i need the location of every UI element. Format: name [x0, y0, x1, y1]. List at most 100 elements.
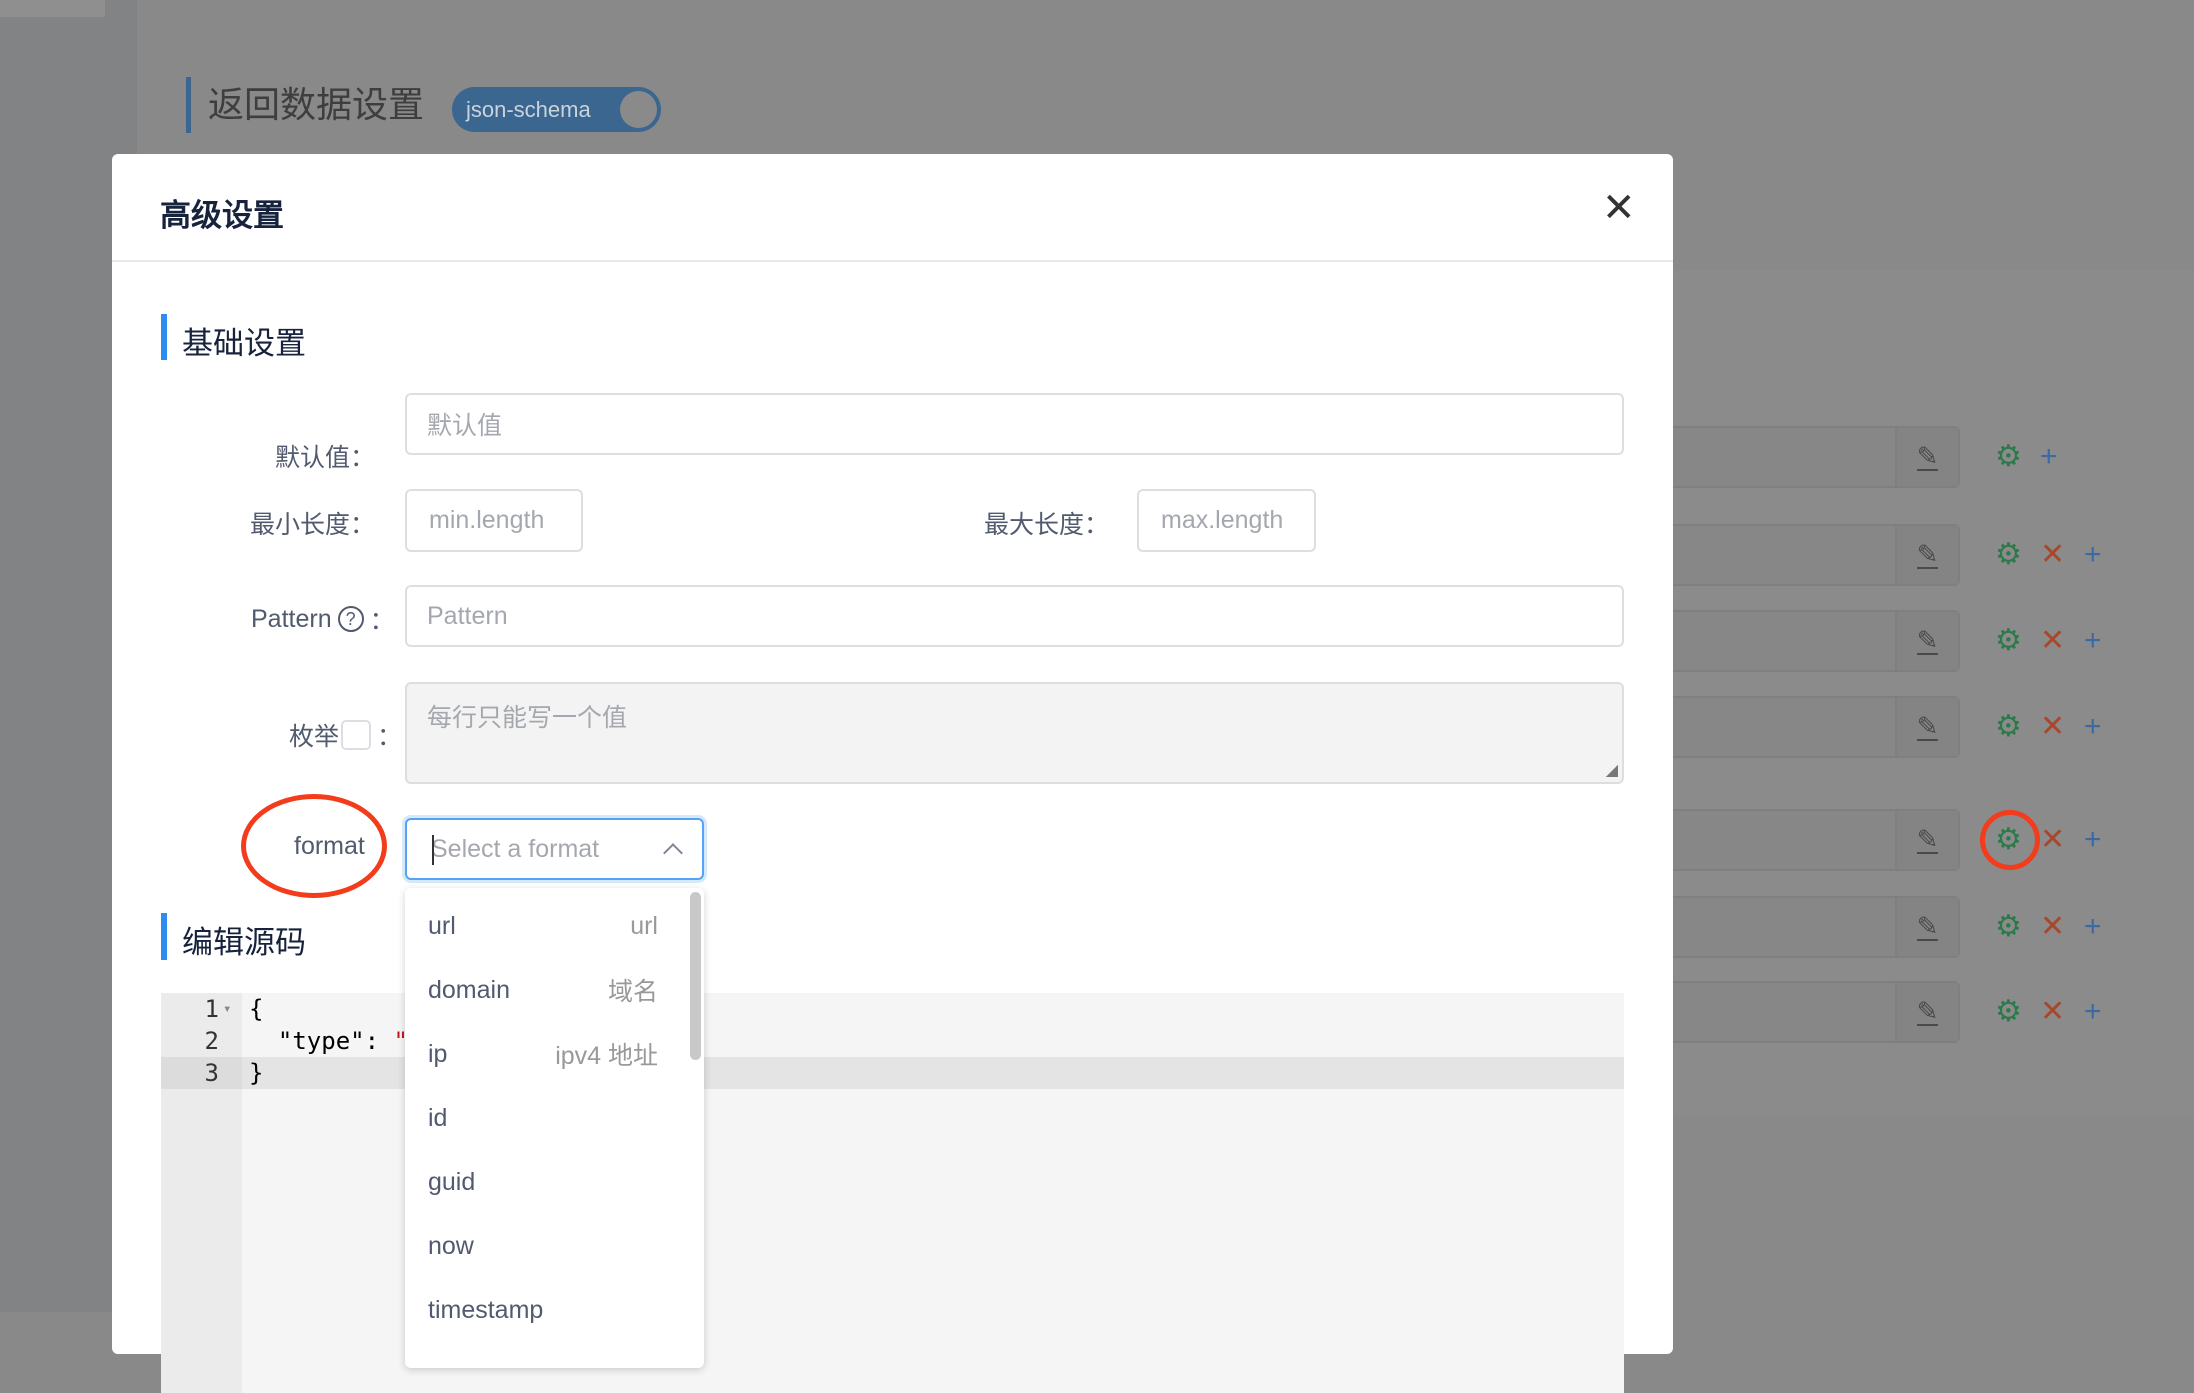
enum-label: 枚举 ：	[289, 717, 402, 753]
plus-icon[interactable]: +	[2084, 997, 2102, 1027]
advanced-settings-modal: 高级设置 ✕ 基础设置 默认值： 默认值 最小长度： min.length 最大…	[112, 154, 1673, 1393]
edit-button[interactable]: ✎	[1895, 612, 1958, 670]
gear-icon[interactable]: ⚙	[1995, 997, 2022, 1027]
dropdown-scrollbar[interactable]	[690, 892, 701, 1060]
fold-arrow-icon[interactable]: ▾	[223, 993, 231, 1025]
format-option[interactable]: guid	[405, 1150, 704, 1214]
line-number: 2	[204, 1027, 219, 1055]
edit-button[interactable]: ✎	[1895, 898, 1958, 956]
edit-button[interactable]: ✎	[1895, 811, 1958, 869]
pencil-icon: ✎	[1916, 441, 1939, 471]
placeholder: 默认值	[427, 412, 503, 440]
format-option[interactable]: url url	[405, 894, 704, 958]
background-field-row: ✎	[1673, 524, 1960, 586]
background-section-title: 返回数据设置	[208, 84, 425, 125]
background-field-row: ✎	[1673, 696, 1960, 758]
plus-icon[interactable]: +	[2040, 442, 2058, 472]
gear-icon[interactable]: ⚙	[1995, 540, 2022, 570]
json-schema-toggle[interactable]: json-schema	[452, 87, 661, 132]
modal-title: 高级设置	[160, 198, 284, 233]
placeholder: max.length	[1161, 506, 1284, 534]
option-desc: ipv4 地址	[555, 1042, 658, 1070]
format-dropdown: url url domain 域名 ip ipv4 地址 id guid now timestam…	[405, 888, 704, 1368]
toggle-knob	[620, 91, 657, 128]
code-line: }	[249, 1059, 264, 1087]
delete-icon[interactable]: ✕	[2040, 825, 2065, 855]
enum-checkbox[interactable]	[341, 720, 372, 750]
modal-header: 高级设置 ✕	[112, 154, 1673, 262]
toggle-label: json-schema	[466, 97, 591, 122]
min-length-label: 最小长度：	[249, 511, 375, 539]
section-accent-bar	[161, 314, 167, 360]
format-option[interactable]: id	[405, 1086, 704, 1150]
background-field-row: ✎	[1673, 610, 1960, 672]
pencil-icon: ✎	[1916, 824, 1939, 854]
placeholder: Select a format	[431, 834, 600, 863]
plus-icon[interactable]: +	[2084, 540, 2102, 570]
edit-button[interactable]: ✎	[1895, 428, 1958, 486]
close-icon[interactable]: ✕	[1602, 188, 1636, 228]
option-value: now	[428, 1231, 474, 1260]
option-value: timestamp	[428, 1295, 544, 1324]
option-value: id	[428, 1103, 448, 1132]
sidebar-item[interactable]	[0, 0, 105, 17]
plus-icon[interactable]: +	[2084, 712, 2102, 742]
option-desc: 域名	[607, 978, 658, 1006]
pencil-icon: ✎	[1916, 539, 1939, 569]
enum-textarea[interactable]: 每行只能写一个值 ◢	[405, 682, 1624, 784]
format-option[interactable]: ip ipv4 地址	[405, 1022, 704, 1086]
format-select[interactable]: Select a format	[405, 818, 704, 880]
annotation-circle-format	[241, 794, 387, 898]
colon: ：	[369, 607, 395, 635]
pattern-label-text: Pattern	[251, 604, 332, 633]
delete-icon[interactable]: ✕	[2040, 540, 2065, 570]
delete-icon[interactable]: ✕	[2040, 912, 2065, 942]
resize-handle-icon[interactable]: ◢	[1606, 760, 1618, 780]
min-length-input[interactable]: min.length	[405, 489, 583, 552]
option-value: guid	[428, 1167, 476, 1196]
placeholder: 每行只能写一个值	[427, 704, 628, 732]
plus-icon[interactable]: +	[2084, 626, 2102, 656]
max-length-label: 最大长度：	[983, 511, 1109, 539]
basic-settings-title: 基础设置	[182, 326, 306, 361]
default-value-input[interactable]: 默认值	[405, 393, 1624, 455]
background-field-row: ✎	[1673, 809, 1960, 871]
plus-icon[interactable]: +	[2084, 825, 2102, 855]
option-value: url	[428, 911, 456, 940]
background-field-row: ✎	[1673, 426, 1960, 488]
edit-button[interactable]: ✎	[1895, 698, 1958, 756]
option-value: domain	[428, 975, 510, 1004]
background-field-row: ✎	[1673, 981, 1960, 1043]
section-accent-bar	[186, 77, 191, 133]
delete-icon[interactable]: ✕	[2040, 626, 2065, 656]
gear-icon[interactable]: ⚙	[1995, 442, 2022, 472]
edit-button[interactable]: ✎	[1895, 526, 1958, 584]
edit-source-title: 编辑源码	[182, 925, 306, 960]
code-line: "type": "	[249, 1027, 408, 1055]
code-editor[interactable]: 1 ▾ {2 "type": " 3}	[161, 993, 1624, 1393]
delete-icon[interactable]: ✕	[2040, 712, 2065, 742]
gear-icon[interactable]: ⚙	[1995, 912, 2022, 942]
chevron-up-icon	[663, 843, 683, 863]
enum-label-text: 枚举	[289, 723, 340, 751]
code-line: {	[249, 995, 264, 1023]
help-icon[interactable]: ?	[337, 606, 364, 632]
delete-icon[interactable]: ✕	[2040, 997, 2065, 1027]
pattern-label: Pattern ? ：	[251, 601, 395, 637]
plus-icon[interactable]: +	[2084, 912, 2102, 942]
option-desc: url	[630, 911, 658, 940]
format-option[interactable]: domain 域名	[405, 958, 704, 1022]
option-value: ip	[428, 1039, 448, 1068]
max-length-input[interactable]: max.length	[1137, 489, 1316, 552]
format-option[interactable]: timestamp	[405, 1278, 704, 1342]
gear-icon[interactable]: ⚙	[1995, 712, 2022, 742]
pencil-icon: ✎	[1916, 625, 1939, 655]
default-label: 默认值：	[274, 444, 375, 472]
line-number: 1	[204, 995, 219, 1023]
edit-button[interactable]: ✎	[1895, 983, 1958, 1041]
placeholder: min.length	[429, 506, 545, 534]
format-option[interactable]: now	[405, 1214, 704, 1278]
section-accent-bar	[161, 913, 167, 960]
gear-icon[interactable]: ⚙	[1995, 626, 2022, 656]
pattern-input[interactable]: Pattern	[405, 585, 1624, 647]
